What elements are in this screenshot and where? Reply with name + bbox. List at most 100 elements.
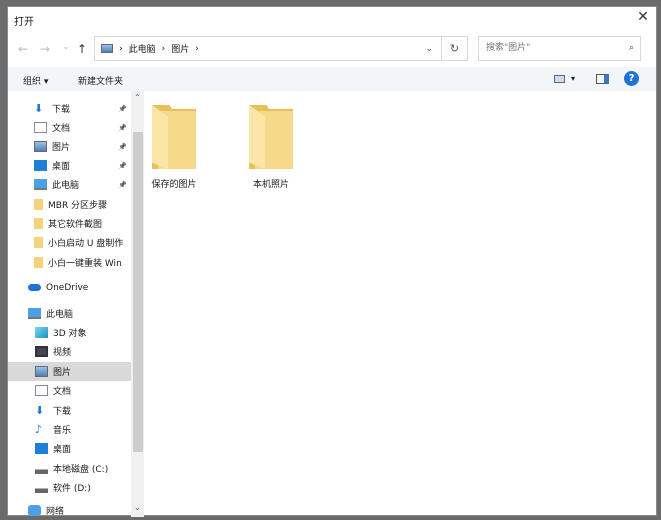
pictures-icon <box>35 366 48 377</box>
computer-icon <box>34 179 47 190</box>
folder-icon <box>34 257 43 268</box>
desktop-icon <box>34 160 47 171</box>
breadcrumb-this-pc[interactable]: 此电脑 <box>129 42 156 55</box>
sidebar-item[interactable]: 视频 <box>8 342 131 361</box>
download-icon: ⬇ <box>34 102 44 115</box>
sidebar-item-label: 小白一键重装 Win <box>48 259 122 269</box>
sidebar-item[interactable]: 其它软件截图 <box>8 214 131 233</box>
folder-item[interactable]: 本机照片 <box>241 105 301 190</box>
sidebar-item-label: 此电脑 <box>52 181 80 191</box>
video-icon <box>35 346 48 357</box>
computer-icon <box>28 308 41 319</box>
scrollbar-thumb[interactable] <box>133 132 143 452</box>
dialog-title: 打开 <box>14 17 34 28</box>
music-icon: ♪ <box>35 423 43 436</box>
sidebar-item[interactable]: 文档 <box>8 381 131 400</box>
document-icon <box>35 385 48 396</box>
sidebar-item-label: 3D 对象 <box>53 329 87 339</box>
sidebar-item-label: 音乐 <box>53 426 72 436</box>
pictures-icon <box>101 44 113 53</box>
forward-button[interactable]: → <box>40 42 50 56</box>
sidebar-item[interactable]: OneDrive <box>8 278 131 297</box>
sidebar-item[interactable]: MBR 分区步骤 <box>8 195 131 214</box>
sidebar-item-label: 视频 <box>53 348 72 358</box>
sidebar-item-label: 其它软件截图 <box>48 220 103 230</box>
search-icon: ⌕ <box>628 43 634 53</box>
sidebar-item-label: 桌面 <box>53 445 72 455</box>
pin-icon: 📌 <box>118 180 127 189</box>
sidebar-item[interactable]: 本地磁盘 (C:) <box>8 459 131 478</box>
breadcrumb-pictures[interactable]: 图片 <box>171 42 189 55</box>
cloud-icon <box>28 284 41 291</box>
sidebar-item-label: 软件 (D:) <box>53 484 91 494</box>
help-button[interactable]: ? <box>624 71 639 86</box>
sidebar-item[interactable]: 文档 📌 <box>8 118 131 137</box>
search-input[interactable]: 搜索"图片" ⌕ <box>478 36 641 61</box>
sidebar-item[interactable]: 桌面 📌 <box>8 156 131 175</box>
chevron-down-icon[interactable]: ⌄ <box>425 44 433 54</box>
sidebar-item-label: 文档 <box>53 387 72 397</box>
sidebar-item[interactable]: 桌面 <box>8 439 131 458</box>
breadcrumb-sep: › <box>161 43 166 54</box>
new-folder-button[interactable]: 新建文件夹 <box>78 74 123 87</box>
sidebar-item[interactable]: 3D 对象 <box>8 323 131 342</box>
sidebar-item-label: OneDrive <box>46 282 89 293</box>
sidebar-item[interactable]: ⬇ 下载 📌 <box>8 99 131 118</box>
preview-pane-icon[interactable] <box>596 74 609 84</box>
sidebar-item-label: 图片 <box>53 368 72 378</box>
folder-icon <box>34 237 43 248</box>
desktop-icon <box>35 443 48 454</box>
document-icon <box>34 122 47 133</box>
view-dropdown[interactable]: ▾ <box>571 74 575 83</box>
breadcrumb-sep: › <box>119 43 123 54</box>
refresh-button[interactable]: ↻ <box>442 36 468 61</box>
up-button[interactable]: ↑ <box>77 42 87 56</box>
folder-name: 保存的图片 <box>151 180 197 190</box>
drive-icon <box>35 463 48 474</box>
drive-icon <box>35 482 48 493</box>
folder-icon <box>34 199 43 210</box>
cube-icon <box>35 327 48 338</box>
scroll-down-icon[interactable]: ⌄ <box>134 503 141 512</box>
sidebar-item-label: 桌面 <box>52 162 71 172</box>
pin-icon: 📌 <box>118 104 127 113</box>
sidebar-item-label: 小白启动 U 盘制作 <box>48 239 124 249</box>
sidebar-item-label: 本地磁盘 (C:) <box>53 465 109 475</box>
sidebar-item[interactable]: 图片 <box>8 362 131 381</box>
sidebar-item[interactable]: ♪ 音乐 <box>8 420 131 439</box>
view-icon[interactable] <box>554 75 565 83</box>
sidebar-item-label: 下载 <box>52 105 71 115</box>
folder-icon <box>152 105 196 169</box>
scroll-up-icon[interactable]: ⌃ <box>134 93 141 102</box>
sidebar-item-label: 此电脑 <box>46 310 74 320</box>
sidebar-item[interactable]: 小白一键重装 Win <box>8 253 131 272</box>
sidebar-item[interactable]: 此电脑 📌 <box>8 175 131 194</box>
organize-button[interactable]: 组织 ▾ <box>23 74 48 87</box>
sidebar-item-label: 文档 <box>52 124 71 134</box>
sidebar-item[interactable]: 此电脑 <box>8 304 131 323</box>
breadcrumb-sep: › <box>195 43 199 54</box>
sidebar-item[interactable]: ⬇ 下载 <box>8 401 131 420</box>
download-icon: ⬇ <box>35 404 45 417</box>
sidebar-item-label: 图片 <box>52 143 71 153</box>
sidebar-item-label: 网络 <box>46 507 65 517</box>
network-icon <box>28 505 41 516</box>
folder-item[interactable]: 保存的图片 <box>144 105 204 190</box>
close-button[interactable]: ✕ <box>633 9 653 25</box>
navigation-pane: ⬇ 下载 📌 文档 📌 图片 📌 桌面 📌 此电脑 📌 MBR 分区步骤 其它软件截图 小白启动 U 盘制… <box>8 91 144 517</box>
back-button[interactable]: ← <box>18 42 28 56</box>
pin-icon: 📌 <box>118 123 127 132</box>
address-bar[interactable]: › 此电脑 › 图片 › ⌄ <box>94 36 442 61</box>
sidebar-item[interactable]: 网络 <box>8 501 131 520</box>
pin-icon: 📌 <box>118 142 127 151</box>
sidebar-item[interactable]: 软件 (D:) <box>8 478 131 497</box>
sidebar-item[interactable]: 小白启动 U 盘制作 <box>8 233 131 252</box>
toolbar: 组织 ▾ 新建文件夹 ▾ ? <box>8 67 656 91</box>
pictures-icon <box>34 141 47 152</box>
recent-locations-button[interactable]: ⌄ <box>62 42 70 52</box>
search-placeholder: 搜索"图片" <box>486 43 531 53</box>
open-dialog: 打开 ✕ ← → ⌄ ↑ › 此电脑 › 图片 › ⌄ ↻ 搜索"图片" ⌕ 组… <box>7 6 657 517</box>
folder-icon <box>249 105 293 169</box>
pin-icon: 📌 <box>118 161 127 170</box>
sidebar-item[interactable]: 图片 📌 <box>8 137 131 156</box>
